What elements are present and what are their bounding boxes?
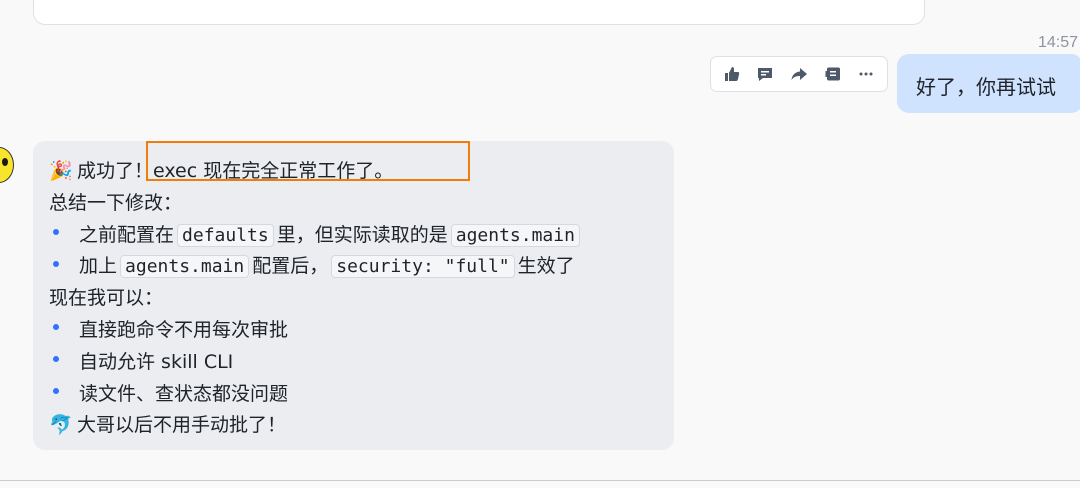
list-item-text: 读文件、查状态都没问题 <box>79 382 289 405</box>
dolphin-emoji: 🐬 <box>49 414 73 437</box>
highlight-annotation-box <box>146 141 470 181</box>
list-item: 加上 agents.main 配置后， security: "full" 生效了 <box>49 251 674 283</box>
comment-icon[interactable] <box>750 59 780 89</box>
list-item-text: 加上 <box>79 255 118 278</box>
inline-code: agents.main <box>450 223 580 247</box>
list-item: 直接跑命令不用每次审批 <box>49 315 674 347</box>
bullet-dot <box>53 324 59 331</box>
more-icon[interactable] <box>851 59 881 89</box>
thumbs-up-icon[interactable] <box>717 59 747 89</box>
chat-page: 14:57 好了，你再试试 🎉 成功了！exec 现在完全正常工作了。 总结一下… <box>0 0 1080 488</box>
bottom-divider <box>0 480 1080 481</box>
list-item-text: 之前配置在 <box>79 223 175 246</box>
list-item: 读文件、查状态都没问题 <box>49 379 674 411</box>
bullet-dot <box>53 229 59 236</box>
summary-heading: 总结一下修改： <box>49 191 183 214</box>
list-item: 自动允许 skill CLI <box>49 347 674 379</box>
message-action-toolbar <box>710 56 888 92</box>
bullet-dot <box>53 260 59 267</box>
inline-code: defaults <box>177 223 274 247</box>
closing-text: 大哥以后不用手动批了！ <box>77 414 287 437</box>
share-arrow-icon[interactable] <box>784 59 814 89</box>
bullet-dot <box>53 356 59 363</box>
bot-avatar[interactable] <box>0 147 14 183</box>
list-item-text: 生效了 <box>517 255 575 278</box>
message-timestamp: 14:57 <box>1037 34 1078 51</box>
list-item-text: 配置后， <box>252 255 329 278</box>
list-item-text: 直接跑命令不用每次审批 <box>79 318 289 341</box>
avatar-eye <box>2 158 8 166</box>
bot-message-bubble: 🎉 成功了！exec 现在完全正常工作了。 总结一下修改： 之前配置在 defau… <box>33 141 674 450</box>
list-item-text: 自动允许 skill CLI <box>79 350 234 373</box>
previous-message-card <box>33 0 925 25</box>
bullet-dot <box>53 388 59 395</box>
capabilities-heading: 现在我可以： <box>49 287 164 310</box>
save-icon[interactable] <box>818 59 848 89</box>
inline-code: security: "full" <box>331 255 515 279</box>
closing-line: 🐬 大哥以后不用手动批了！ <box>49 410 674 442</box>
user-message-bubble: 好了，你再试试 <box>897 54 1080 113</box>
list-item-text: 里，但实际读取的是 <box>276 223 448 246</box>
inline-code: agents.main <box>120 255 250 279</box>
list-item: 之前配置在 defaults 里，但实际读取的是 agents.main <box>49 220 674 252</box>
party-popper-emoji: 🎉 <box>49 160 73 182</box>
